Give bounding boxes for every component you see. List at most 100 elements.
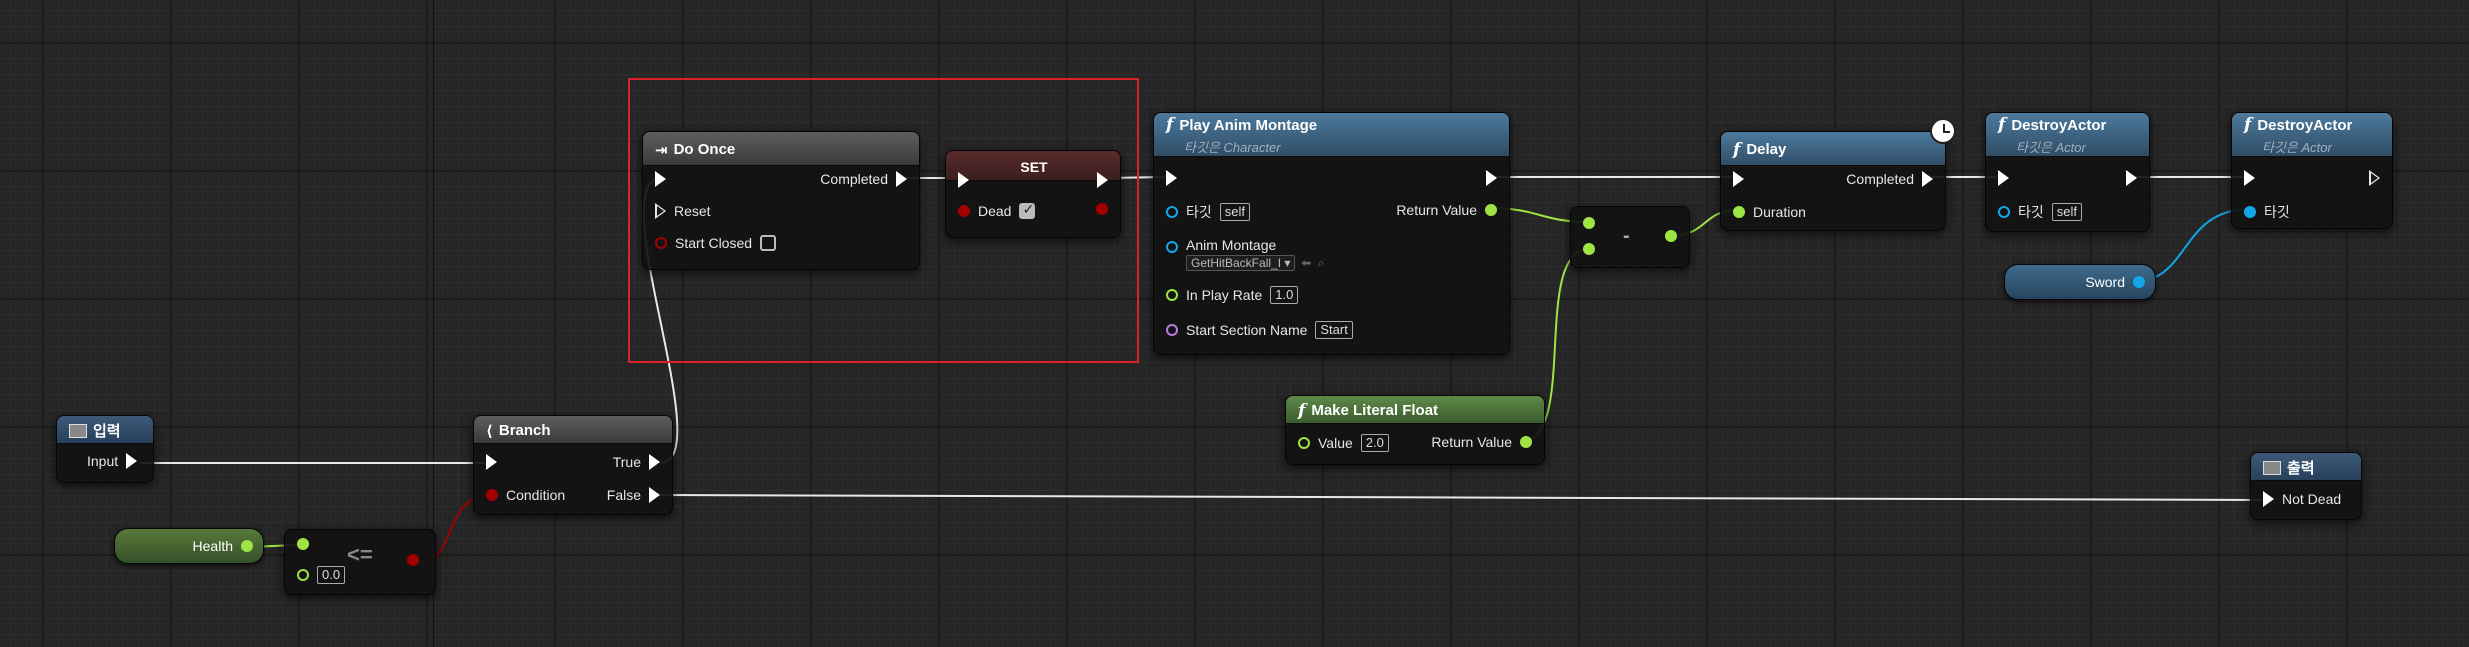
play-anim-section-pin[interactable] — [1166, 324, 1178, 336]
make-literal-return-pin[interactable] — [1520, 436, 1532, 448]
destroy2-target-pin[interactable] — [2244, 206, 2256, 218]
set-exec-out-pin[interactable] — [1097, 172, 1108, 188]
play-anim-return-pin[interactable] — [1485, 204, 1497, 216]
destroy1-target-pin[interactable] — [1998, 206, 2010, 218]
compare-result-pin[interactable] — [407, 554, 419, 566]
sword-variable-node[interactable]: Sword — [2004, 264, 2156, 300]
compare-float-node[interactable]: 0.0 <= — [284, 529, 436, 595]
destroy2-title: DestroyActor — [2257, 116, 2353, 134]
do-once-node[interactable]: ⇥ Do Once Completed Reset Start Closed — [642, 131, 920, 270]
output-node[interactable]: 출력 Not Dead — [2250, 452, 2362, 520]
destroy-actor-node-2[interactable]: f DestroyActor 타깃은 Actor 타깃 — [2231, 112, 2393, 229]
branch-node[interactable]: ⟨ Branch True Condition False — [473, 415, 673, 515]
do-once-start-closed-checkbox[interactable] — [760, 235, 777, 251]
set-node-title: SET — [1020, 158, 1048, 175]
branch-true-label: True — [612, 454, 641, 470]
function-result-icon — [2263, 460, 2281, 475]
set-dead-checkbox[interactable] — [1019, 201, 1036, 219]
do-once-reset-pin[interactable] — [655, 203, 666, 219]
input-node-title: 입력 — [93, 423, 121, 440]
browse-asset-icon[interactable]: ⌕ — [1317, 256, 1324, 271]
function-icon: f — [2244, 115, 2252, 135]
delay-node[interactable]: f Delay Completed Duration — [1720, 131, 1946, 231]
use-selected-asset-icon[interactable]: ⬅ — [1301, 256, 1311, 270]
branch-false-label: False — [606, 487, 641, 503]
play-anim-exec-out-pin[interactable] — [1486, 170, 1497, 186]
destroy1-exec-in-pin[interactable] — [1998, 170, 2009, 186]
output-pin-label: Not Dead — [2282, 491, 2342, 507]
make-literal-title: Make Literal Float — [1311, 402, 1439, 419]
set-dead-in-pin[interactable] — [958, 205, 970, 217]
play-anim-subtitle: 타깃은 Character — [1184, 140, 1281, 155]
subtract-a-pin[interactable] — [1583, 217, 1595, 229]
do-once-title: Do Once — [673, 141, 736, 158]
play-anim-section-value[interactable]: Start — [1315, 321, 1353, 339]
branch-exec-in-pin[interactable] — [486, 454, 497, 470]
play-anim-title: Play Anim Montage — [1179, 116, 1318, 134]
branch-condition-label: Condition — [506, 487, 566, 503]
set-dead-out-pin[interactable] — [1096, 203, 1108, 215]
play-anim-target-pin[interactable] — [1166, 206, 1178, 218]
play-anim-target-value: self — [1219, 203, 1250, 221]
make-literal-value-input[interactable]: 2.0 — [1360, 434, 1389, 452]
destroy1-title: DestroyActor — [2011, 116, 2107, 134]
compare-a-pin[interactable] — [297, 538, 309, 550]
make-literal-return-label: Return Value — [1431, 434, 1512, 450]
branch-true-pin[interactable] — [649, 454, 660, 470]
subtract-float-node[interactable]: - — [1570, 206, 1690, 268]
delay-duration-label: Duration — [1753, 204, 1806, 220]
destroy1-exec-out-pin[interactable] — [2126, 170, 2137, 186]
output-node-title: 출력 — [2287, 460, 2315, 477]
health-variable-node[interactable]: Health — [114, 528, 264, 564]
function-icon: f — [1998, 115, 2006, 135]
subtract-result-pin[interactable] — [1665, 230, 1677, 242]
set-exec-in-pin[interactable] — [958, 172, 969, 188]
compare-b-pin[interactable] — [297, 569, 309, 581]
input-exec-out-pin[interactable] — [126, 453, 138, 469]
play-anim-montage-node[interactable]: f Play Anim Montage 타깃은 Character 타깃 self… — [1153, 112, 1510, 355]
input-node[interactable]: 입력 Input — [56, 415, 154, 483]
subtract-operator-symbol: - — [1623, 225, 1630, 247]
delay-title: Delay — [1746, 141, 1787, 158]
make-literal-float-node[interactable]: f Make Literal Float Value 2.0 Return Val… — [1285, 395, 1545, 465]
output-exec-in-pin[interactable] — [2263, 491, 2274, 507]
play-anim-return-label: Return Value — [1396, 202, 1477, 218]
sword-out-pin[interactable] — [2133, 276, 2145, 288]
play-anim-montage-dropdown[interactable]: GetHitBackFall_I ▾ — [1186, 255, 1296, 271]
function-icon: f — [1298, 400, 1306, 421]
do-once-completed-pin[interactable] — [896, 171, 907, 187]
do-once-exec-in-pin[interactable] — [655, 171, 666, 187]
delay-exec-in-pin[interactable] — [1733, 171, 1744, 187]
delay-completed-pin[interactable] — [1922, 171, 1933, 187]
function-entry-icon — [69, 423, 87, 438]
do-once-completed-label: Completed — [820, 171, 888, 187]
destroy2-exec-in-pin[interactable] — [2244, 170, 2255, 186]
branch-condition-pin[interactable] — [486, 489, 498, 501]
play-anim-rate-pin[interactable] — [1166, 289, 1178, 301]
delay-duration-pin[interactable] — [1733, 206, 1745, 218]
destroy2-target-label: 타깃 — [2264, 204, 2290, 220]
destroy2-exec-out-pin[interactable] — [2369, 170, 2380, 186]
play-anim-exec-in-pin[interactable] — [1166, 170, 1177, 186]
do-once-start-closed-pin[interactable] — [655, 237, 667, 249]
play-anim-rate-label: In Play Rate — [1186, 287, 1263, 303]
make-literal-value-pin[interactable] — [1298, 437, 1310, 449]
set-dead-node[interactable]: SET Dead — [945, 150, 1121, 238]
play-anim-target-label: 타깃 — [1186, 204, 1212, 220]
health-variable-label: Health — [192, 538, 233, 554]
input-pin-label: Input — [87, 453, 119, 469]
destroy1-target-value: self — [2051, 203, 2082, 221]
subtract-b-pin[interactable] — [1583, 243, 1595, 255]
do-once-icon: ⇥ — [655, 141, 668, 159]
set-dead-label: Dead — [978, 203, 1012, 219]
branch-false-pin[interactable] — [649, 487, 660, 503]
compare-b-value[interactable]: 0.0 — [317, 566, 346, 584]
play-anim-montage-pin[interactable] — [1166, 241, 1178, 253]
play-anim-rate-value[interactable]: 1.0 — [1270, 286, 1299, 304]
play-anim-section-label: Start Section Name — [1186, 322, 1308, 338]
destroy1-subtitle: 타깃은 Actor — [2016, 140, 2086, 155]
play-anim-montage-label: Anim Montage — [1186, 237, 1277, 253]
health-out-pin[interactable] — [241, 540, 253, 552]
wire-branch-false-output — [659, 494, 2263, 501]
destroy-actor-node-1[interactable]: f DestroyActor 타깃은 Actor 타깃 self — [1985, 112, 2150, 232]
